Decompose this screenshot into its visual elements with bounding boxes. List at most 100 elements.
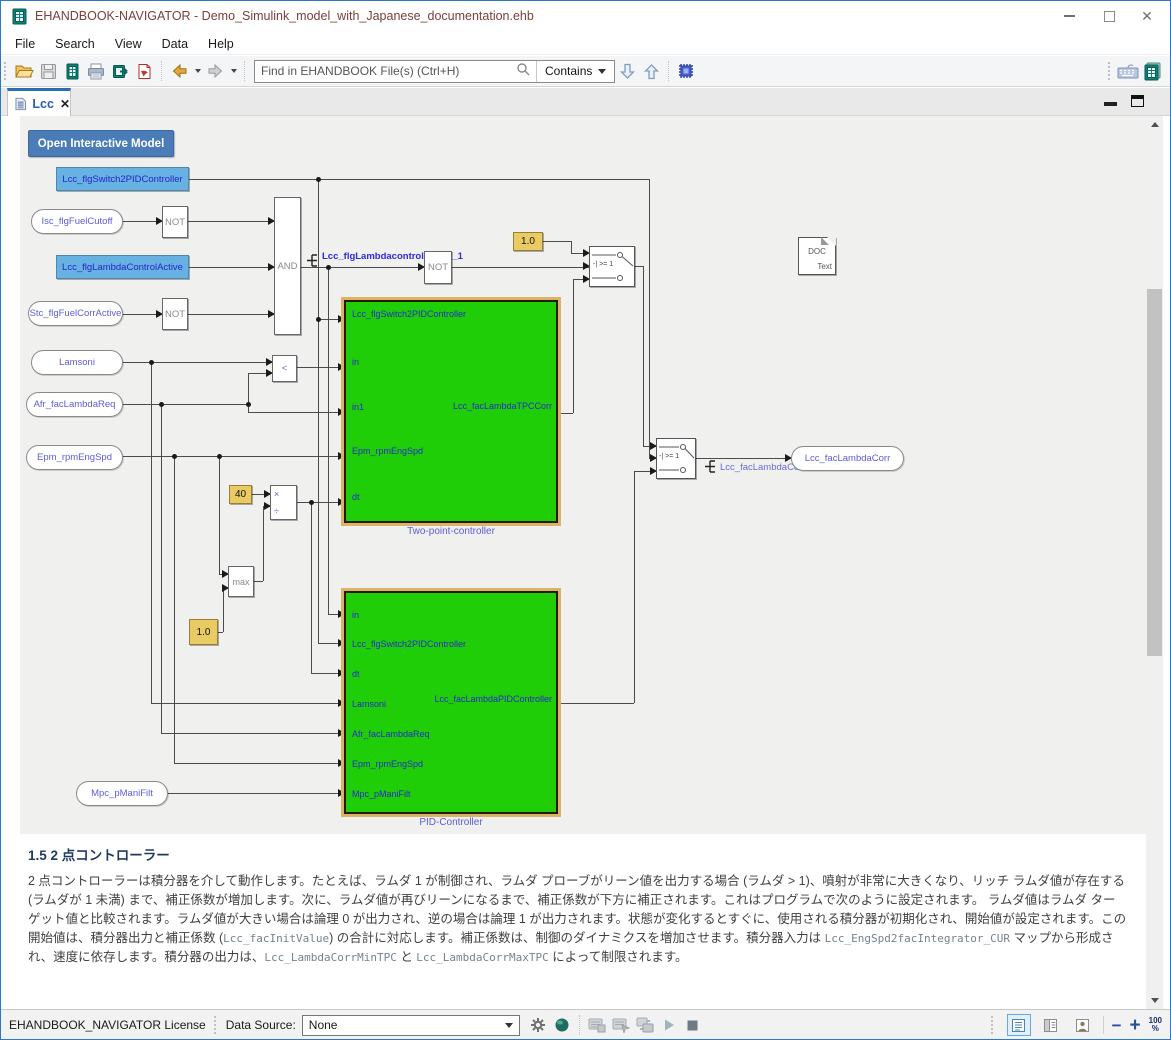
reader-view-button[interactable] xyxy=(1071,1014,1095,1036)
forward-history-dropdown[interactable] xyxy=(227,59,239,83)
tab-lcc[interactable]: Lcc ✕ xyxy=(7,88,71,116)
constant-40[interactable]: 40 xyxy=(229,485,252,504)
port-label: in xyxy=(352,610,359,620)
arrow-down-icon xyxy=(620,63,635,80)
port-label: dt xyxy=(352,669,360,679)
doc-text-block[interactable]: DOC Text xyxy=(798,237,836,275)
toolbar-separator xyxy=(244,61,245,81)
data-source-connect-button[interactable] xyxy=(550,1013,574,1037)
maximize-button[interactable] xyxy=(1092,1,1126,31)
relational-lt-block[interactable]: < xyxy=(272,355,297,382)
port-label: Lcc_flgSwitch2PIDController xyxy=(352,639,466,649)
navigate-forward-button[interactable] xyxy=(203,59,227,83)
maximize-pane-icon[interactable] xyxy=(1131,95,1144,107)
menu-help[interactable]: Help xyxy=(198,35,244,53)
inport-label: Isc_flgFuelCutoff xyxy=(41,216,112,227)
port-label: Epm_rpmEngSpd xyxy=(352,759,423,769)
inport-mpc-pmanifilt[interactable]: Mpc_pManiFilt xyxy=(76,781,168,806)
chip-icon xyxy=(677,62,695,80)
export-button[interactable] xyxy=(108,59,132,83)
scroll-up-button[interactable] xyxy=(1146,116,1163,133)
vertical-scrollbar[interactable] xyxy=(1146,116,1163,1009)
calibration-edit-button[interactable] xyxy=(609,1013,633,1037)
toolbar-separator xyxy=(668,61,669,81)
print-button[interactable] xyxy=(84,59,108,83)
switch-condition-label: -| >= 1 xyxy=(659,453,679,460)
max-block[interactable]: max xyxy=(228,566,254,597)
and-block[interactable]: AND xyxy=(274,197,301,335)
constant-1-0-b[interactable]: 1.0 xyxy=(189,619,218,645)
navigate-back-button[interactable] xyxy=(167,59,191,83)
calibration-transfer-button[interactable] xyxy=(633,1013,657,1037)
open-interactive-model-button[interactable]: Open Interactive Model xyxy=(28,130,174,157)
simulink-diagram xyxy=(20,116,1147,834)
open-file-button[interactable] xyxy=(12,59,36,83)
back-history-dropdown[interactable] xyxy=(191,59,203,83)
zoom-in-button[interactable]: + xyxy=(1130,1016,1141,1035)
constant-1-0-a[interactable]: 1.0 xyxy=(513,232,543,251)
minimize-pane-icon[interactable] xyxy=(1104,102,1117,106)
zoom-out-button[interactable]: − xyxy=(1112,1017,1122,1034)
export-pdf-button[interactable] xyxy=(132,59,156,83)
maximize-icon xyxy=(1104,11,1115,22)
calibration-view-button[interactable] xyxy=(585,1013,609,1037)
gear-icon xyxy=(530,1017,546,1033)
find-previous-button[interactable] xyxy=(639,59,663,83)
source-block-flgswitch2pid[interactable]: Lcc_flgSwitch2PIDController xyxy=(56,167,189,191)
keyboard-icon xyxy=(1117,63,1139,80)
lt-label: < xyxy=(282,363,288,374)
tab-close-icon[interactable]: ✕ xyxy=(60,97,70,111)
menu-search[interactable]: Search xyxy=(45,35,105,53)
ebook-icon xyxy=(64,63,81,80)
ehandbook-home-button[interactable] xyxy=(1140,59,1164,83)
minimize-button[interactable] xyxy=(1052,1,1086,31)
outport-lcc-faclambdacorr[interactable]: Lcc_facLambdaCorr xyxy=(791,446,904,471)
inport-isc-flgfuelcutoff[interactable]: Isc_flgFuelCutoff xyxy=(31,209,123,234)
search-group: Contains xyxy=(254,60,615,83)
switch-block-1[interactable]: -| >= 1 xyxy=(589,246,635,287)
inport-stc-flgfuelcorractive[interactable]: Stc_flgFuelCorrActive xyxy=(28,301,123,326)
switch-block-2[interactable]: -| >= 1 xyxy=(656,438,696,479)
split-view-button[interactable] xyxy=(1039,1014,1063,1036)
calibration-transfer-icon xyxy=(636,1017,654,1033)
body-text: によって制限されます。 xyxy=(549,950,688,964)
section-body: 2 点コントローラーは積分器を介して動作します。たとえば、ラムダ 1 が制御され… xyxy=(28,872,1128,967)
inport-afr-faclambdareq[interactable]: Afr_facLambdaReq xyxy=(26,392,123,417)
signal-tag-icon xyxy=(307,254,319,270)
close-button[interactable]: ✕ xyxy=(1130,1,1164,31)
toolbar-drag-handle xyxy=(1108,62,1112,80)
application-window: EHANDBOOK-NAVIGATOR - Demo_Simulink_mode… xyxy=(0,0,1171,1040)
subsystem-two-point-controller[interactable]: Lcc_flgSwitch2PIDController in in1 Epm_r… xyxy=(344,300,558,523)
subsystem-title: PID-Controller xyxy=(344,817,558,828)
scroll-down-button[interactable] xyxy=(1146,992,1163,1009)
inport-epm-rpmengspd[interactable]: Epm_rpmEngSpd xyxy=(26,445,123,470)
open-ebook-button[interactable] xyxy=(60,59,84,83)
inport-label: Stc_flgFuelCorrActive xyxy=(30,308,122,319)
not-block-3[interactable]: NOT xyxy=(424,251,452,284)
search-input[interactable] xyxy=(255,62,510,81)
model-browser-button[interactable] xyxy=(674,59,698,83)
zoom-level-indicator[interactable]: 100 % xyxy=(1149,1017,1162,1033)
chevron-down-icon xyxy=(598,69,606,74)
data-source-select[interactable]: None xyxy=(302,1015,520,1036)
subsystem-pid-controller[interactable]: in Lcc_flgSwitch2PIDController dt Lamson… xyxy=(344,591,558,814)
menu-file[interactable]: File xyxy=(5,35,45,53)
menu-view[interactable]: View xyxy=(105,35,152,53)
menu-data[interactable]: Data xyxy=(152,35,198,53)
data-source-settings-button[interactable] xyxy=(526,1013,550,1037)
start-measurement-button[interactable] xyxy=(657,1013,681,1037)
scrollbar-thumb[interactable] xyxy=(1147,289,1162,656)
single-page-view-button[interactable] xyxy=(1007,1014,1031,1036)
find-next-button[interactable] xyxy=(615,59,639,83)
source-block-flglambdacontrolactive[interactable]: Lcc_flgLambdaControlActive xyxy=(56,255,189,279)
virtual-keyboard-button[interactable] xyxy=(1116,59,1140,83)
license-label: EHANDBOOK_NAVIGATOR License xyxy=(9,1018,206,1032)
save-button[interactable] xyxy=(36,59,60,83)
inport-lamsoni[interactable]: Lamsoni xyxy=(31,350,123,375)
divide-block[interactable]: × ÷ xyxy=(270,485,297,520)
not-block-2[interactable]: NOT xyxy=(162,298,188,330)
stop-measurement-button[interactable] xyxy=(681,1013,705,1037)
not-block-1[interactable]: NOT xyxy=(162,206,188,238)
inport-label: Afr_facLambdaReq xyxy=(34,399,116,410)
search-mode-dropdown[interactable]: Contains xyxy=(536,61,614,82)
